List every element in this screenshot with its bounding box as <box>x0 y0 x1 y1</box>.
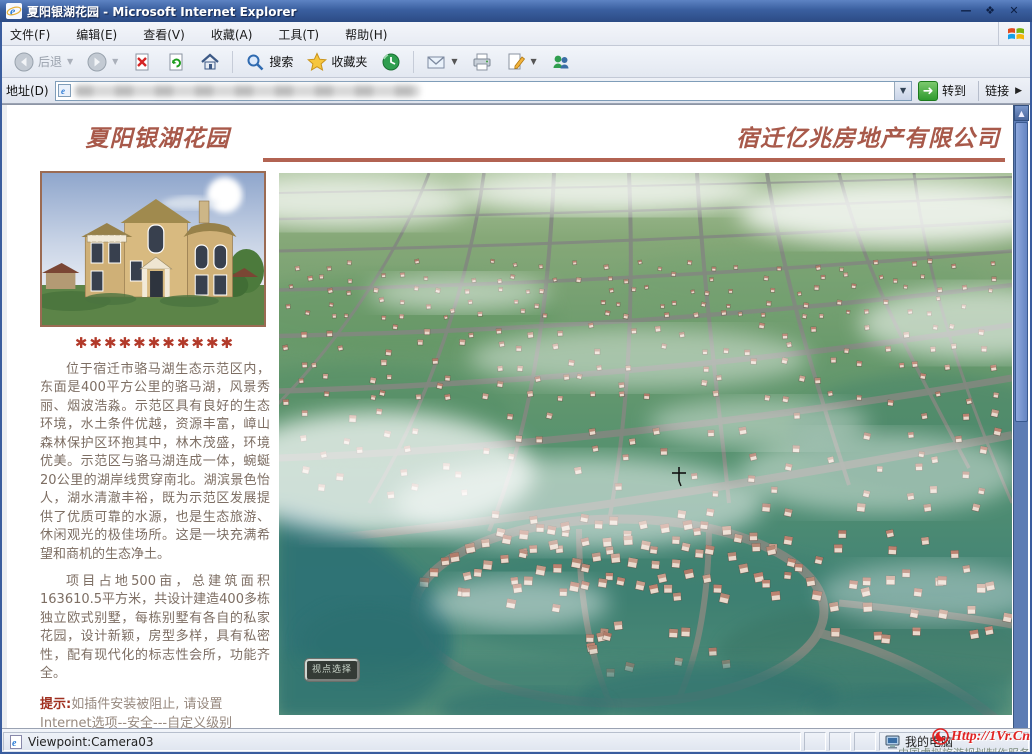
address-url-obscured <box>75 85 420 97</box>
menu-item-5[interactable]: 帮助(H) <box>345 25 399 45</box>
links-label[interactable]: 链接 <box>985 82 1009 99</box>
window-title: 夏阳银湖花园 - Microsoft Internet Explorer <box>27 3 296 20</box>
refresh-button[interactable] <box>160 48 192 76</box>
site-title: 夏阳银湖花园 <box>45 119 270 153</box>
document-status-icon: e <box>9 735 23 749</box>
hint-label: 提示: <box>40 697 71 712</box>
address-dropdown-icon[interactable]: ▼ <box>894 82 911 100</box>
close-button-icon[interactable]: ✕ <box>1006 4 1022 18</box>
go-arrow-icon: ➜ <box>918 81 938 101</box>
links-expand-icon[interactable]: ▶ <box>1015 86 1022 96</box>
edit-button[interactable]: ▼ <box>500 48 543 76</box>
mail-button[interactable]: ▼ <box>420 48 463 76</box>
throbber-panel <box>998 22 1032 46</box>
project-paragraph: 项目占地500亩，总建筑面积163610.5平方米，共设计建造400多栋独立欧式… <box>40 573 270 684</box>
favorites-star-icon <box>307 52 327 72</box>
favorites-button[interactable]: 收藏夹 <box>301 48 373 76</box>
intro-paragraph: 位于宿迁市骆马湖生态示范区内，东面是400平方公里的骆马湖，风景秀丽、烟波浩淼。… <box>40 361 270 564</box>
title-bar: e 夏阳银湖花园 - Microsoft Internet Explorer —… <box>0 0 1032 22</box>
status-cell <box>804 732 826 751</box>
refresh-icon <box>166 52 186 72</box>
menu-item-0[interactable]: 文件(F) <box>10 25 62 45</box>
address-bar: 地址(D) e ▼ ➜ 转到 链接 ▶ <box>0 78 1032 104</box>
vertical-scrollbar[interactable]: ▲ <box>1013 105 1028 729</box>
svg-text:e: e <box>61 86 65 96</box>
address-label: 地址(D) <box>6 82 49 99</box>
menu-item-1[interactable]: 编辑(E) <box>76 25 129 45</box>
stop-icon <box>132 52 152 72</box>
aerial-community-view <box>279 173 1012 715</box>
minimize-button-icon[interactable]: — <box>958 4 974 18</box>
messenger-button[interactable] <box>545 48 577 76</box>
menu-item-4[interactable]: 工具(T) <box>278 25 331 45</box>
forward-button[interactable]: ▼ <box>81 48 124 76</box>
status-message-cell: e Viewpoint:Camera03 <box>3 732 801 751</box>
go-button[interactable]: ➜ 转到 <box>918 81 966 101</box>
arrow-left-circle-icon <box>14 52 34 72</box>
print-icon <box>472 52 492 72</box>
window-frame <box>0 22 2 754</box>
ie-logo-icon: e <box>6 3 22 19</box>
address-input[interactable]: e ▼ <box>55 81 912 101</box>
dropdown-arrow-icon[interactable]: ▼ <box>451 57 457 66</box>
print-button[interactable] <box>466 48 498 76</box>
divider <box>978 81 979 101</box>
scrollbar-thumb[interactable] <box>1015 122 1028 422</box>
arrow-right-circle-icon <box>87 52 107 72</box>
back-button-label: 后退 <box>38 53 62 70</box>
browser-window: e 夏阳银湖花园 - Microsoft Internet Explorer —… <box>0 0 1032 754</box>
watermark: Http://1Vr.Cn 中国虚拟旅游规划制作服务 <box>898 728 1030 754</box>
back-button[interactable]: 后退 ▼ <box>8 48 79 76</box>
vrml-3d-viewport[interactable]: 视点选择 <box>279 173 1012 715</box>
status-cell <box>829 732 851 751</box>
menu-item-3[interactable]: 收藏(A) <box>211 25 265 45</box>
villa-photo <box>40 171 266 327</box>
watermark-url: Http://1Vr.Cn <box>951 729 1030 745</box>
home-icon <box>200 52 220 72</box>
page-favicon-icon: e <box>58 84 71 97</box>
search-button[interactable]: 搜索 <box>239 48 299 76</box>
menu-item-2[interactable]: 查看(V) <box>143 25 197 45</box>
dropdown-arrow-icon[interactable]: ▼ <box>112 57 118 66</box>
mail-icon <box>426 52 446 72</box>
history-button[interactable] <box>375 48 407 76</box>
stars-divider-top: ✱✱✱✱✱✱✱✱✱✱✱ <box>40 334 270 352</box>
standard-buttons-toolbar: 后退 ▼ ▼ 搜索 收藏夹 ▼ ▼ <box>0 46 1032 78</box>
restore-button-icon[interactable]: ❖ <box>982 4 998 18</box>
home-button[interactable] <box>194 48 226 76</box>
scroll-up-icon[interactable]: ▲ <box>1014 105 1029 121</box>
dropdown-arrow-icon[interactable]: ▼ <box>67 57 73 66</box>
favorites-button-label: 收藏夹 <box>331 53 367 70</box>
search-button-label: 搜索 <box>269 53 293 70</box>
company-name: 宿迁亿兆房地产有限公司 <box>736 119 1000 153</box>
status-cell <box>854 732 876 751</box>
edit-icon <box>506 52 526 72</box>
window-controls: — ❖ ✕ <box>958 4 1026 18</box>
dropdown-arrow-icon[interactable]: ▼ <box>531 57 537 66</box>
sidebar-column: ✱✱✱✱✱✱✱✱✱✱✱ 位于宿迁市骆马湖生态示范区内，东面是400平方公里的骆马… <box>40 171 270 754</box>
viewpoint-status-text: Viewpoint:Camera03 <box>28 735 153 749</box>
messenger-icon <box>551 52 571 72</box>
toolbar-separator <box>413 51 414 73</box>
windows-flag-icon <box>1006 24 1026 44</box>
menu-bar: 文件(F) 编辑(E) 查看(V) 收藏(A) 工具(T) 帮助(H) <box>0 22 1032 46</box>
svg-text:e: e <box>10 4 16 18</box>
viewpoint-button[interactable]: 视点选择 <box>305 659 359 681</box>
svg-text:e: e <box>12 738 17 749</box>
page-content: 夏阳银湖花园 宿迁亿兆房地产有限公司 <box>0 104 1032 728</box>
1vr-logo-icon <box>932 728 949 745</box>
toolbar-separator <box>232 51 233 73</box>
history-icon <box>381 52 401 72</box>
header-rule <box>263 158 1005 162</box>
status-bar: e Viewpoint:Camera03 我的电脑 <box>0 728 1032 754</box>
stop-button[interactable] <box>126 48 158 76</box>
search-icon <box>245 52 265 72</box>
